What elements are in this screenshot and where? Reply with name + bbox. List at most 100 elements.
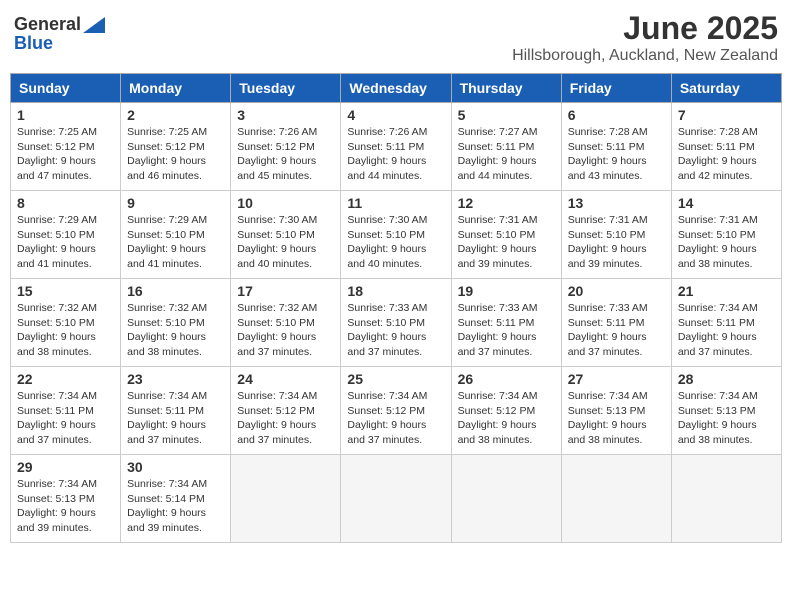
- weekday-header-friday: Friday: [561, 74, 671, 103]
- calendar-cell: 2 Sunrise: 7:25 AMSunset: 5:12 PMDaylight…: [121, 103, 231, 191]
- calendar-cell: 29Sunrise: 7:34 AMSunset: 5:13 PMDayligh…: [11, 455, 121, 543]
- title-section: June 2025 Hillsborough, Auckland, New Ze…: [512, 10, 778, 65]
- calendar-week-2: 8 Sunrise: 7:29 AMSunset: 5:10 PMDaylight…: [11, 191, 782, 279]
- day-info: Sunrise: 7:31 AMSunset: 5:10 PMDaylight:…: [568, 213, 665, 272]
- day-info: Sunrise: 7:34 AMSunset: 5:14 PMDaylight:…: [127, 477, 224, 536]
- calendar-cell: 16 Sunrise: 7:32 AMSunset: 5:10 PMDayligh…: [121, 279, 231, 367]
- day-info: Sunrise: 7:27 AMSunset: 5:11 PMDaylight:…: [458, 125, 555, 184]
- day-info: Sunrise: 7:30 AMSunset: 5:10 PMDaylight:…: [237, 213, 334, 272]
- day-info: Sunrise: 7:33 AMSunset: 5:10 PMDaylight:…: [347, 301, 444, 360]
- calendar-cell: 28Sunrise: 7:34 AMSunset: 5:13 PMDayligh…: [671, 367, 781, 455]
- calendar-cell: 13 Sunrise: 7:31 AMSunset: 5:10 PMDayligh…: [561, 191, 671, 279]
- logo-icon: [83, 17, 105, 33]
- calendar-week-3: 15 Sunrise: 7:32 AMSunset: 5:10 PMDayligh…: [11, 279, 782, 367]
- day-info: Sunrise: 7:34 AMSunset: 5:11 PMDaylight:…: [127, 389, 224, 448]
- calendar-cell: 25Sunrise: 7:34 AMSunset: 5:12 PMDayligh…: [341, 367, 451, 455]
- day-number: 19: [458, 283, 555, 299]
- day-number: 16: [127, 283, 224, 299]
- weekday-header-tuesday: Tuesday: [231, 74, 341, 103]
- weekday-header-monday: Monday: [121, 74, 231, 103]
- day-number: 7: [678, 107, 775, 123]
- day-number: 10: [237, 195, 334, 211]
- calendar-cell: [341, 455, 451, 543]
- calendar-cell: 23 Sunrise: 7:34 AMSunset: 5:11 PMDayligh…: [121, 367, 231, 455]
- day-number: 14: [678, 195, 775, 211]
- calendar-week-5: 29Sunrise: 7:34 AMSunset: 5:13 PMDayligh…: [11, 455, 782, 543]
- calendar-cell: 26Sunrise: 7:34 AMSunset: 5:12 PMDayligh…: [451, 367, 561, 455]
- day-number: 15: [17, 283, 114, 299]
- header: General Blue June 2025 Hillsborough, Auc…: [10, 10, 782, 65]
- day-number: 5: [458, 107, 555, 123]
- calendar-cell: 19 Sunrise: 7:33 AMSunset: 5:11 PMDayligh…: [451, 279, 561, 367]
- day-info: Sunrise: 7:25 AMSunset: 5:12 PMDaylight:…: [127, 125, 224, 184]
- day-info: Sunrise: 7:25 AMSunset: 5:12 PMDaylight:…: [17, 125, 114, 184]
- day-info: Sunrise: 7:29 AMSunset: 5:10 PMDaylight:…: [17, 213, 114, 272]
- calendar-cell: 11Sunrise: 7:30 AMSunset: 5:10 PMDayligh…: [341, 191, 451, 279]
- day-number: 29: [17, 459, 114, 475]
- day-number: 8: [17, 195, 114, 211]
- calendar-cell: 8 Sunrise: 7:29 AMSunset: 5:10 PMDaylight…: [11, 191, 121, 279]
- day-number: 30: [127, 459, 224, 475]
- calendar-cell: 1 Sunrise: 7:25 AMSunset: 5:12 PMDaylight…: [11, 103, 121, 191]
- calendar-cell: 27Sunrise: 7:34 AMSunset: 5:13 PMDayligh…: [561, 367, 671, 455]
- calendar-cell: 18 Sunrise: 7:33 AMSunset: 5:10 PMDayligh…: [341, 279, 451, 367]
- calendar-cell: 17 Sunrise: 7:32 AMSunset: 5:10 PMDayligh…: [231, 279, 341, 367]
- day-info: Sunrise: 7:34 AMSunset: 5:12 PMDaylight:…: [237, 389, 334, 448]
- day-info: Sunrise: 7:31 AMSunset: 5:10 PMDaylight:…: [458, 213, 555, 272]
- day-number: 6: [568, 107, 665, 123]
- day-number: 18: [347, 283, 444, 299]
- calendar-cell: 9 Sunrise: 7:29 AMSunset: 5:10 PMDaylight…: [121, 191, 231, 279]
- calendar-cell: 7 Sunrise: 7:28 AMSunset: 5:11 PMDaylight…: [671, 103, 781, 191]
- day-info: Sunrise: 7:32 AMSunset: 5:10 PMDaylight:…: [17, 301, 114, 360]
- day-info: Sunrise: 7:30 AMSunset: 5:10 PMDaylight:…: [347, 213, 444, 272]
- day-number: 9: [127, 195, 224, 211]
- weekday-header-row: SundayMondayTuesdayWednesdayThursdayFrid…: [11, 74, 782, 103]
- calendar-cell: [451, 455, 561, 543]
- weekday-header-saturday: Saturday: [671, 74, 781, 103]
- day-info: Sunrise: 7:34 AMSunset: 5:11 PMDaylight:…: [678, 301, 775, 360]
- day-number: 1: [17, 107, 114, 123]
- calendar-cell: 14Sunrise: 7:31 AMSunset: 5:10 PMDayligh…: [671, 191, 781, 279]
- day-info: Sunrise: 7:26 AMSunset: 5:12 PMDaylight:…: [237, 125, 334, 184]
- day-number: 20: [568, 283, 665, 299]
- calendar-cell: 15 Sunrise: 7:32 AMSunset: 5:10 PMDayligh…: [11, 279, 121, 367]
- month-title: June 2025: [512, 10, 778, 47]
- logo-blue-text: Blue: [14, 33, 53, 54]
- day-number: 12: [458, 195, 555, 211]
- calendar-cell: 22 Sunrise: 7:34 AMSunset: 5:11 PMDayligh…: [11, 367, 121, 455]
- day-number: 17: [237, 283, 334, 299]
- day-info: Sunrise: 7:34 AMSunset: 5:11 PMDaylight:…: [17, 389, 114, 448]
- day-number: 21: [678, 283, 775, 299]
- calendar-cell: 12 Sunrise: 7:31 AMSunset: 5:10 PMDayligh…: [451, 191, 561, 279]
- calendar-cell: 24 Sunrise: 7:34 AMSunset: 5:12 PMDayligh…: [231, 367, 341, 455]
- day-number: 3: [237, 107, 334, 123]
- weekday-header-sunday: Sunday: [11, 74, 121, 103]
- day-info: Sunrise: 7:28 AMSunset: 5:11 PMDaylight:…: [678, 125, 775, 184]
- day-info: Sunrise: 7:32 AMSunset: 5:10 PMDaylight:…: [127, 301, 224, 360]
- calendar-cell: 10 Sunrise: 7:30 AMSunset: 5:10 PMDayligh…: [231, 191, 341, 279]
- calendar-cell: 3 Sunrise: 7:26 AMSunset: 5:12 PMDaylight…: [231, 103, 341, 191]
- day-info: Sunrise: 7:34 AMSunset: 5:12 PMDaylight:…: [458, 389, 555, 448]
- day-number: 24: [237, 371, 334, 387]
- day-number: 4: [347, 107, 444, 123]
- calendar-cell: 4Sunrise: 7:26 AMSunset: 5:11 PMDaylight…: [341, 103, 451, 191]
- weekday-header-wednesday: Wednesday: [341, 74, 451, 103]
- day-info: Sunrise: 7:28 AMSunset: 5:11 PMDaylight:…: [568, 125, 665, 184]
- day-info: Sunrise: 7:32 AMSunset: 5:10 PMDaylight:…: [237, 301, 334, 360]
- calendar-week-4: 22 Sunrise: 7:34 AMSunset: 5:11 PMDayligh…: [11, 367, 782, 455]
- calendar-cell: 21 Sunrise: 7:34 AMSunset: 5:11 PMDayligh…: [671, 279, 781, 367]
- day-number: 13: [568, 195, 665, 211]
- location-title: Hillsborough, Auckland, New Zealand: [512, 47, 778, 65]
- day-info: Sunrise: 7:33 AMSunset: 5:11 PMDaylight:…: [568, 301, 665, 360]
- calendar-cell: [671, 455, 781, 543]
- day-number: 2: [127, 107, 224, 123]
- day-number: 23: [127, 371, 224, 387]
- day-info: Sunrise: 7:34 AMSunset: 5:12 PMDaylight:…: [347, 389, 444, 448]
- calendar-week-1: 1 Sunrise: 7:25 AMSunset: 5:12 PMDaylight…: [11, 103, 782, 191]
- day-info: Sunrise: 7:29 AMSunset: 5:10 PMDaylight:…: [127, 213, 224, 272]
- calendar-cell: 6 Sunrise: 7:28 AMSunset: 5:11 PMDaylight…: [561, 103, 671, 191]
- calendar-cell: [561, 455, 671, 543]
- day-number: 28: [678, 371, 775, 387]
- day-number: 22: [17, 371, 114, 387]
- day-info: Sunrise: 7:33 AMSunset: 5:11 PMDaylight:…: [458, 301, 555, 360]
